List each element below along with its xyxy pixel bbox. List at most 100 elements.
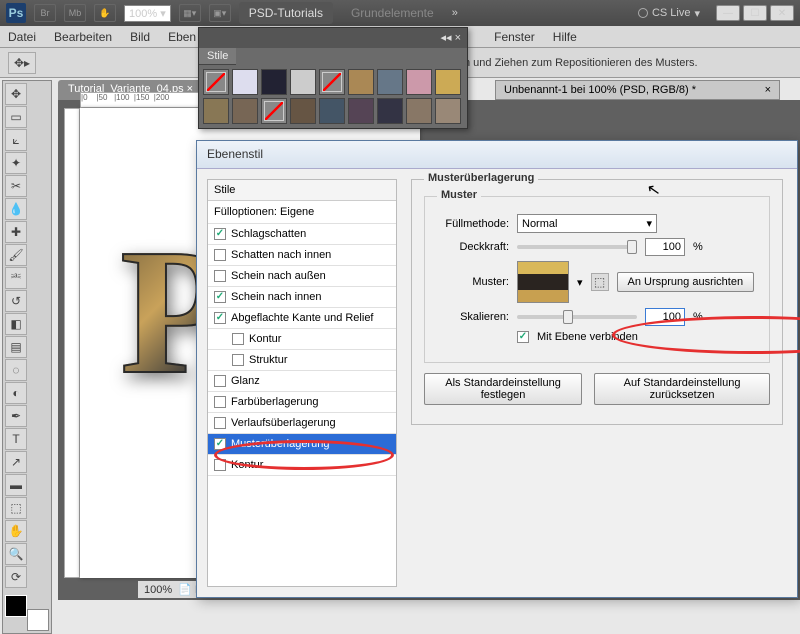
more-workspaces[interactable]: » [452,7,458,19]
arrange-icon[interactable]: ▦▾ [179,4,201,22]
style-item[interactable]: Verlaufsüberlagerung [208,413,396,434]
lasso-tool-icon[interactable]: ⟀ [5,129,27,151]
snap-pattern-icon[interactable]: ⬚ [591,273,609,291]
workspace-tab-inactive[interactable]: Grundelemente [341,2,444,24]
style-preset[interactable] [261,69,287,95]
color-swatch[interactable] [5,595,49,631]
style-item[interactable]: Schein nach außen [208,266,396,287]
style-item[interactable]: Schein nach innen [208,287,396,308]
style-item[interactable]: Farbüberlagerung [208,392,396,413]
style-checkbox[interactable] [214,438,226,450]
style-checkbox[interactable] [214,417,226,429]
document-tab-2[interactable]: Unbenannt-1 bei 100% (PSD, RGB/8) *× [495,80,780,100]
style-item[interactable]: Musterüberlagerung [208,434,396,455]
opacity-input[interactable]: 100 [645,238,685,256]
style-checkbox[interactable] [214,375,226,387]
reset-default-button[interactable]: Auf Standardeinstellung zurücksetzen [594,373,770,405]
style-preset[interactable] [319,69,345,95]
fill-options[interactable]: Fülloptionen: Eigene [208,201,396,224]
scale-input[interactable]: 100 [645,308,685,326]
styles-tab[interactable]: Stile [199,48,236,65]
minimize-icon[interactable]: ― [716,5,740,21]
type-tool-icon[interactable]: T [5,428,27,450]
style-item[interactable]: Kontur [208,455,396,476]
move-tool-icon[interactable]: ✥▸ [8,52,36,74]
maximize-icon[interactable]: ☐ [743,5,767,21]
style-checkbox[interactable] [214,291,226,303]
wand-tool-icon[interactable]: ✦ [5,152,27,174]
blur-tool-icon[interactable]: ◌ [5,359,27,381]
path-tool-icon[interactable]: ↗ [5,451,27,473]
menu-layer[interactable]: Eben [168,30,196,44]
workspace-tab-active[interactable]: PSD-Tutorials [239,2,333,24]
style-preset[interactable] [435,69,461,95]
style-item[interactable]: Schatten nach innen [208,245,396,266]
style-preset[interactable] [406,98,432,124]
style-preset[interactable] [377,69,403,95]
shape-tool-icon[interactable]: ▬ [5,474,27,496]
origin-button[interactable]: An Ursprung ausrichten [617,272,755,292]
style-preset[interactable] [290,69,316,95]
set-default-button[interactable]: Als Standardeinstellung festlegen [424,373,582,405]
style-checkbox[interactable] [232,333,244,345]
dodge-tool-icon[interactable]: ◐ [5,382,27,404]
menu-image[interactable]: Bild [130,30,150,44]
style-preset[interactable] [232,69,258,95]
style-checkbox[interactable] [214,396,226,408]
eraser-tool-icon[interactable]: ◧ [5,313,27,335]
close-icon[interactable]: ✕ [770,5,794,21]
chevron-down-icon[interactable]: ▾ [577,276,583,289]
move-tool-icon[interactable]: ✥ [5,83,27,105]
style-checkbox[interactable] [214,270,226,282]
style-preset[interactable] [377,98,403,124]
style-preset[interactable] [319,98,345,124]
screenmode-icon[interactable]: ▣▾ [209,4,231,22]
menu-file[interactable]: Datei [8,30,36,44]
style-preset[interactable] [406,69,432,95]
menu-edit[interactable]: Bearbeiten [54,30,112,44]
pattern-swatch[interactable] [517,261,569,303]
style-checkbox[interactable] [214,312,226,324]
history-tool-icon[interactable]: ↺ [5,290,27,312]
fillmethod-dropdown[interactable]: Normal▾ [517,214,657,233]
3d-tool-icon[interactable]: ⬚ [5,497,27,519]
eyedropper-tool-icon[interactable]: 💧 [5,198,27,220]
bridge-icon[interactable]: Br [34,4,56,22]
style-checkbox[interactable] [232,354,244,366]
menu-help[interactable]: Hilfe [553,30,577,44]
zoom-tool-icon[interactable]: 🔍 [5,543,27,565]
brush-tool-icon[interactable]: 🖌 [5,244,27,266]
style-item[interactable]: Struktur [208,350,396,371]
stamp-tool-icon[interactable]: ⎃ [5,267,27,289]
style-checkbox[interactable] [214,249,226,261]
style-checkbox[interactable] [214,459,226,471]
menu-window[interactable]: Fenster [494,30,535,44]
style-item[interactable]: Glanz [208,371,396,392]
style-item[interactable]: Schlagschatten [208,224,396,245]
close-doc-icon[interactable]: × [765,84,771,96]
style-preset[interactable] [232,98,258,124]
style-item[interactable]: Kontur [208,329,396,350]
scale-slider[interactable] [517,315,637,319]
marquee-tool-icon[interactable]: ▭ [5,106,27,128]
style-item[interactable]: Abgeflachte Kante und Relief [208,308,396,329]
panel-collapse-icon[interactable]: ◂◂ × [440,31,461,45]
gradient-tool-icon[interactable]: ▤ [5,336,27,358]
heal-tool-icon[interactable]: ✚ [5,221,27,243]
link-checkbox[interactable] [517,331,529,343]
opacity-slider[interactable] [517,245,637,249]
zoom-dropdown[interactable]: 100% ▾ [124,5,171,22]
crop-tool-icon[interactable]: ✂ [5,175,27,197]
rotate-tool-icon[interactable]: ⟳ [5,566,27,588]
style-preset[interactable] [290,98,316,124]
hand-icon[interactable]: ✋ [94,4,116,22]
style-preset[interactable] [261,98,287,124]
hand-tool-icon[interactable]: ✋ [5,520,27,542]
style-preset[interactable] [435,98,461,124]
style-none[interactable] [203,69,229,95]
style-preset[interactable] [203,98,229,124]
style-checkbox[interactable] [214,228,226,240]
minibridge-icon[interactable]: Mb [64,4,86,22]
style-preset[interactable] [348,98,374,124]
style-preset[interactable] [348,69,374,95]
